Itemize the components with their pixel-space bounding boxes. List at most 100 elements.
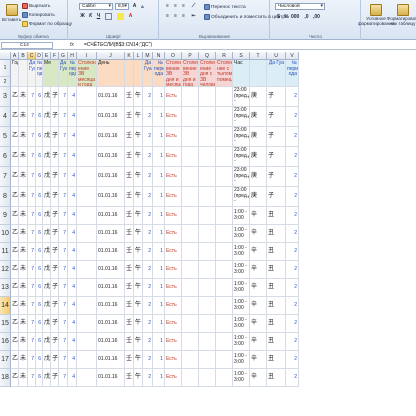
cell-m[interactable]: 2 bbox=[143, 243, 153, 261]
cell-o[interactable]: Есть bbox=[165, 167, 182, 187]
cell-k[interactable]: 壬 bbox=[125, 207, 134, 225]
cell-i[interactable] bbox=[77, 87, 97, 107]
cell-i[interactable] bbox=[77, 279, 97, 297]
cell-h[interactable]: 4 bbox=[68, 351, 77, 369]
shrink-font-button[interactable]: A bbox=[139, 3, 146, 10]
cell-p[interactable] bbox=[182, 243, 199, 261]
cell-h[interactable]: 4 bbox=[68, 147, 77, 167]
cell-l[interactable]: 午 bbox=[134, 315, 143, 333]
align-right-icon[interactable]: ≡ bbox=[180, 13, 187, 20]
cell-c[interactable]: 7 bbox=[28, 207, 36, 225]
cell-l[interactable]: 午 bbox=[134, 207, 143, 225]
cell-n[interactable]: 1 bbox=[153, 147, 165, 167]
cell-n[interactable]: 1 bbox=[153, 243, 165, 261]
cell-p[interactable] bbox=[182, 127, 199, 147]
cell-u[interactable]: 丑 bbox=[267, 297, 286, 315]
cell-k[interactable]: 壬 bbox=[125, 333, 134, 351]
cell-t[interactable]: 庚 bbox=[250, 107, 267, 127]
row-header-13[interactable]: 13 bbox=[0, 279, 11, 297]
cell-s[interactable]: 1:00 - 3:00 bbox=[233, 351, 250, 369]
cell-n[interactable]: 1 bbox=[153, 87, 165, 107]
cell-i[interactable] bbox=[77, 315, 97, 333]
cell-m[interactable]: 2 bbox=[143, 315, 153, 333]
cell-q[interactable] bbox=[199, 147, 216, 167]
cell-v[interactable]: 2 bbox=[286, 127, 299, 147]
cell-q[interactable] bbox=[199, 127, 216, 147]
fx-icon[interactable]: fx bbox=[70, 42, 74, 48]
cell-k[interactable]: 壬 bbox=[125, 315, 134, 333]
cell-b[interactable]: 未 bbox=[19, 351, 28, 369]
cell-a[interactable]: 乙 bbox=[11, 369, 19, 387]
cell-l[interactable]: 午 bbox=[134, 369, 143, 387]
cell-p[interactable] bbox=[182, 369, 199, 387]
cell-v[interactable]: 2 bbox=[286, 297, 299, 315]
cell-s[interactable]: 1:00 - 3:00 bbox=[233, 315, 250, 333]
cell-e[interactable]: 戊 bbox=[43, 243, 51, 261]
cell-r[interactable] bbox=[216, 369, 233, 387]
cell-s[interactable]: 1:00 - 3:00 bbox=[233, 297, 250, 315]
cell-p[interactable] bbox=[182, 279, 199, 297]
increase-decimal-icon[interactable]: ,0 bbox=[303, 14, 310, 21]
cell-b[interactable]: 未 bbox=[19, 127, 28, 147]
cell-n[interactable]: 1 bbox=[153, 187, 165, 207]
cell-g[interactable]: 7 bbox=[59, 167, 68, 187]
cell-d[interactable]: 6 bbox=[36, 351, 43, 369]
cell-f[interactable]: 子 bbox=[51, 279, 59, 297]
cell-r[interactable] bbox=[216, 147, 233, 167]
cell-a[interactable]: 乙 bbox=[11, 207, 19, 225]
cell-v[interactable]: 2 bbox=[286, 351, 299, 369]
cell-q[interactable] bbox=[199, 187, 216, 207]
cell-q[interactable] bbox=[199, 261, 216, 279]
borders-button[interactable] bbox=[105, 13, 112, 20]
cell-o[interactable]: Есть bbox=[165, 187, 182, 207]
row-header-15[interactable]: 15 bbox=[0, 315, 11, 333]
cell-d[interactable]: 6 bbox=[36, 87, 43, 107]
cell-e[interactable]: 戊 bbox=[43, 297, 51, 315]
cell-p[interactable] bbox=[182, 147, 199, 167]
cell-i[interactable] bbox=[77, 167, 97, 187]
cell-a[interactable]: 乙 bbox=[11, 187, 19, 207]
thousands-icon[interactable]: 000 bbox=[291, 14, 299, 21]
cell-e[interactable]: 戊 bbox=[43, 187, 51, 207]
cell-g[interactable]: 7 bbox=[59, 127, 68, 147]
cell-h[interactable]: 4 bbox=[68, 333, 77, 351]
cell-v[interactable]: 2 bbox=[286, 315, 299, 333]
cell-p[interactable] bbox=[182, 315, 199, 333]
cell-e[interactable]: 戊 bbox=[43, 315, 51, 333]
cell-b[interactable]: 未 bbox=[19, 187, 28, 207]
cell-f[interactable]: 子 bbox=[51, 127, 59, 147]
cell-t[interactable]: 辛 bbox=[250, 207, 267, 225]
bold-button[interactable]: Ж bbox=[79, 13, 86, 20]
cell-n[interactable]: 1 bbox=[153, 279, 165, 297]
column-header-t[interactable]: T bbox=[250, 52, 267, 60]
cell-d[interactable]: 6 bbox=[36, 107, 43, 127]
font-color-button[interactable]: A bbox=[127, 13, 134, 20]
cell-s[interactable]: 23:00 (пред.дня) - bbox=[233, 107, 250, 127]
cell-e[interactable]: 戊 bbox=[43, 369, 51, 387]
cell-b[interactable]: 未 bbox=[19, 87, 28, 107]
cell-o[interactable]: Есть bbox=[165, 333, 182, 351]
cell-f[interactable]: 子 bbox=[51, 225, 59, 243]
column-header-u[interactable]: U bbox=[267, 52, 286, 60]
cell-r[interactable] bbox=[216, 279, 233, 297]
cell-s[interactable]: 1:00 - 3:00 bbox=[233, 261, 250, 279]
cell-k[interactable]: 壬 bbox=[125, 261, 134, 279]
cell-c[interactable]: 7 bbox=[28, 127, 36, 147]
cell-s[interactable]: 23:00 (пред.дня) - bbox=[233, 187, 250, 207]
underline-button[interactable]: Ч bbox=[95, 13, 102, 20]
cell-e[interactable]: 戊 bbox=[43, 261, 51, 279]
cell-f[interactable]: 子 bbox=[51, 333, 59, 351]
cell-u[interactable]: 子 bbox=[267, 167, 286, 187]
cell-j[interactable]: 01.01.16 bbox=[97, 107, 125, 127]
cell-e[interactable]: 戊 bbox=[43, 107, 51, 127]
cell-u[interactable]: 丑 bbox=[267, 351, 286, 369]
cell-v[interactable]: 2 bbox=[286, 243, 299, 261]
cell-i[interactable] bbox=[77, 107, 97, 127]
column-header-p[interactable]: P bbox=[182, 52, 199, 60]
cell-i[interactable] bbox=[77, 333, 97, 351]
cell-l[interactable]: 午 bbox=[134, 243, 143, 261]
fill-color-button[interactable] bbox=[117, 13, 124, 20]
cell-u[interactable]: 丑 bbox=[267, 333, 286, 351]
cell-o[interactable]: Есть bbox=[165, 107, 182, 127]
cell-j[interactable]: 01.01.16 bbox=[97, 261, 125, 279]
